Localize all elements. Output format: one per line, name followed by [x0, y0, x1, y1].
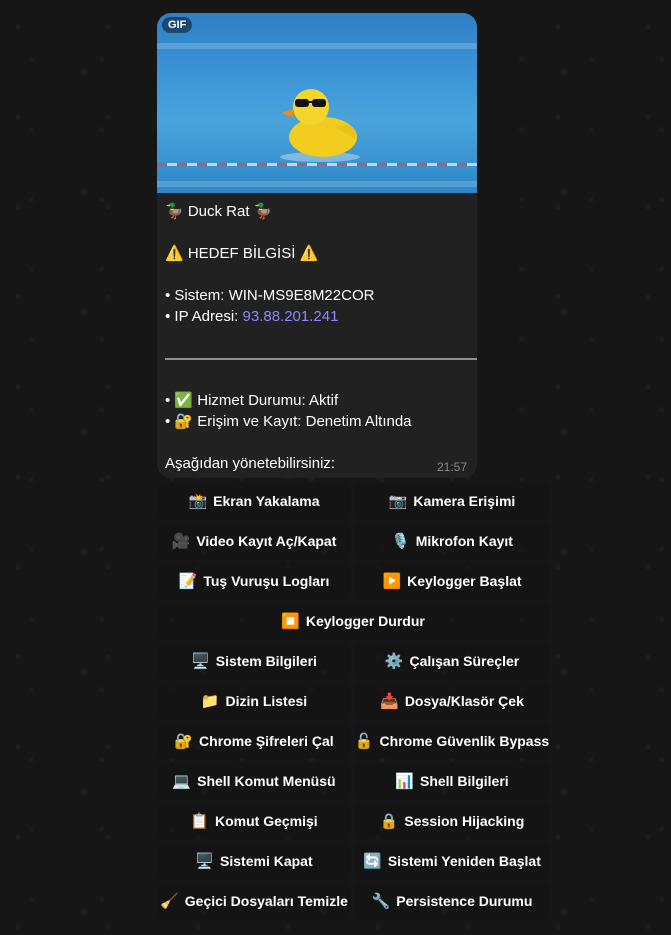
ip-line: • IP Adresi: 93.88.201.241	[165, 306, 465, 327]
keyboard-button[interactable]: ⏹️ Keylogger Durdur	[157, 603, 549, 639]
keyboard-row: 📝 Tuş Vuruşu Logları ▶️ Keylogger Başlat	[157, 563, 549, 599]
keyboard-row: 🔐 Chrome Şifreleri Çal 🔓 Chrome Güvenlik By…	[157, 723, 549, 759]
keyboard-button[interactable]: 📝 Tuş Vuruşu Logları	[157, 563, 351, 599]
keyboard-row: 🖥️ Sistemi Kapat 🔄 Sistemi Yeniden Başlat	[157, 843, 549, 879]
keyboard-button[interactable]: 🖥️ Sistemi Kapat	[157, 843, 351, 879]
keyboard-button[interactable]: 💻 Shell Komut Menüsü	[157, 763, 351, 799]
button-icon: 🧹	[160, 893, 179, 910]
rubber-duck-image	[280, 89, 360, 162]
button-label: Shell Komut Menüsü	[197, 773, 336, 789]
keyboard-row: 🎥 Video Kayıt Aç/Kapat 🎙️ Mikrofon Kayıt	[157, 523, 549, 559]
button-label: Geçici Dosyaları Temizle	[184, 893, 348, 909]
button-icon: 📁	[200, 693, 220, 710]
button-icon: ⚙️	[384, 653, 404, 670]
button-label: Session Hijacking	[404, 813, 525, 829]
button-label: Tuş Vuruşu Logları	[203, 573, 330, 589]
keyboard-button[interactable]: 📥 Dosya/Klasör Çek	[355, 683, 549, 719]
button-icon: 📸	[188, 493, 208, 510]
inline-keyboard: 📸 Ekran Yakalama 📷 Kamera Erişimi 🎥 Video Kay…	[157, 483, 549, 923]
message-title: 🦆 Duck Rat 🦆	[165, 203, 273, 220]
keyboard-row: 📸 Ekran Yakalama 📷 Kamera Erişimi	[157, 483, 549, 519]
keyboard-button[interactable]: 🔧 Persistence Durumu	[355, 883, 549, 919]
button-icon: 💻	[172, 773, 192, 790]
keyboard-button[interactable]: 📊 Shell Bilgileri	[355, 763, 549, 799]
access-log-status: • 🔐 Erişim ve Kayıt: Denetim Altında	[165, 413, 412, 430]
keyboard-button[interactable]: 🔐 Chrome Şifreleri Çal	[157, 723, 351, 759]
target-header: ⚠️ HEDEF BİLGİSİ ⚠️	[165, 245, 319, 262]
pool-lane	[157, 181, 477, 187]
button-icon: 🔒	[379, 813, 399, 830]
keyboard-button[interactable]: 🖥️ Sistem Bilgileri	[157, 643, 351, 679]
button-icon: 🖥️	[195, 853, 215, 870]
keyboard-row: 💻 Shell Komut Menüsü 📊 Shell Bilgileri	[157, 763, 549, 799]
keyboard-button[interactable]: 🎙️ Mikrofon Kayıt	[355, 523, 549, 559]
button-label: Keylogger Durdur	[305, 613, 425, 629]
keyboard-row: 📁 Dizin Listesi 📥 Dosya/Klasör Çek	[157, 683, 549, 719]
button-label: Sistemi Yeniden Başlat	[387, 853, 541, 869]
keyboard-button[interactable]: ▶️ Keylogger Başlat	[355, 563, 549, 599]
keyboard-row: ⏹️ Keylogger Durdur	[157, 603, 549, 639]
keyboard-button[interactable]: 📋 Komut Geçmişi	[157, 803, 351, 839]
button-icon: 📊	[395, 773, 414, 790]
keyboard-row: 🧹 Geçici Dosyaları Temizle 🔧 Persistence Du…	[157, 883, 549, 919]
message-footer: Aşağıdan yönetebilirsiniz:	[165, 455, 336, 472]
button-icon: 🖥️	[191, 653, 210, 670]
button-label: Persistence Durumu	[396, 893, 533, 909]
button-icon: 📝	[178, 573, 198, 590]
button-icon: 🔄	[363, 853, 382, 870]
keyboard-button[interactable]: 🔒 Session Hijacking	[355, 803, 549, 839]
button-label: Ekran Yakalama	[213, 493, 320, 509]
button-label: Sistemi Kapat	[220, 853, 313, 869]
button-label: Komut Geçmişi	[214, 813, 318, 829]
button-icon: 🔧	[371, 893, 391, 910]
keyboard-button[interactable]: 🔄 Sistemi Yeniden Başlat	[355, 843, 549, 879]
button-icon: 🔓	[355, 733, 374, 750]
divider-line: ———————————————————————	[165, 350, 477, 367]
button-label: Chrome Güvenlik Bypass	[379, 733, 549, 749]
button-label: Dizin Listesi	[225, 693, 308, 709]
button-icon: 📷	[388, 493, 408, 510]
keyboard-button[interactable]: 📁 Dizin Listesi	[157, 683, 351, 719]
gif-badge: GIF	[162, 17, 193, 33]
service-status: • ✅ Hizmet Durumu: Aktif	[165, 392, 339, 409]
keyboard-button[interactable]: 📸 Ekran Yakalama	[157, 483, 351, 519]
ip-label: • IP Adresi:	[165, 308, 243, 325]
message-text: 🦆 Duck Rat 🦆 ⚠️ HEDEF BİLGİSİ ⚠️ • Siste…	[165, 201, 477, 474]
message-timestamp: 21:57	[436, 460, 467, 474]
button-icon: ⏹️	[281, 613, 300, 630]
button-label: Shell Bilgileri	[419, 773, 509, 789]
button-icon: 🎙️	[391, 533, 410, 550]
button-label: Kamera Erişimi	[413, 493, 516, 509]
button-label: Çalışan Süreçler	[409, 653, 520, 669]
button-label: Chrome Şifreleri Çal	[199, 733, 334, 749]
keyboard-button[interactable]: ⚙️ Çalışan Süreçler	[355, 643, 549, 679]
button-icon: ▶️	[382, 573, 402, 590]
button-label: Mikrofon Kayıt	[415, 533, 513, 549]
button-label: Keylogger Başlat	[407, 573, 522, 589]
keyboard-row: 🖥️ Sistem Bilgileri ⚙️ Çalışan Süreçler	[157, 643, 549, 679]
keyboard-button[interactable]: 🔓 Chrome Güvenlik Bypass	[355, 723, 549, 759]
button-icon: 🔐	[174, 733, 194, 750]
pool-lane	[157, 43, 477, 49]
button-icon: 📋	[190, 813, 209, 830]
button-label: Sistem Bilgileri	[215, 653, 317, 669]
message-bubble: GIF 🦆 Duck Rat 🦆 ⚠️ HEDEF BİLGİSİ ⚠️ • S…	[157, 13, 477, 478]
keyboard-button[interactable]: 🧹 Geçici Dosyaları Temizle	[157, 883, 351, 919]
ip-link[interactable]: 93.88.201.241	[243, 308, 339, 325]
keyboard-button[interactable]: 🎥 Video Kayıt Aç/Kapat	[157, 523, 351, 559]
gif-media[interactable]: GIF	[157, 13, 477, 193]
button-icon: 📥	[380, 693, 399, 710]
pool-rope	[157, 163, 477, 166]
button-label: Dosya/Klasör Çek	[404, 693, 524, 709]
button-icon: 🎥	[171, 533, 191, 550]
system-line: • Sistem: WIN-MS9E8M22COR	[165, 287, 375, 304]
button-label: Video Kayıt Aç/Kapat	[196, 533, 337, 549]
keyboard-row: 📋 Komut Geçmişi 🔒 Session Hijacking	[157, 803, 549, 839]
keyboard-button[interactable]: 📷 Kamera Erişimi	[355, 483, 549, 519]
